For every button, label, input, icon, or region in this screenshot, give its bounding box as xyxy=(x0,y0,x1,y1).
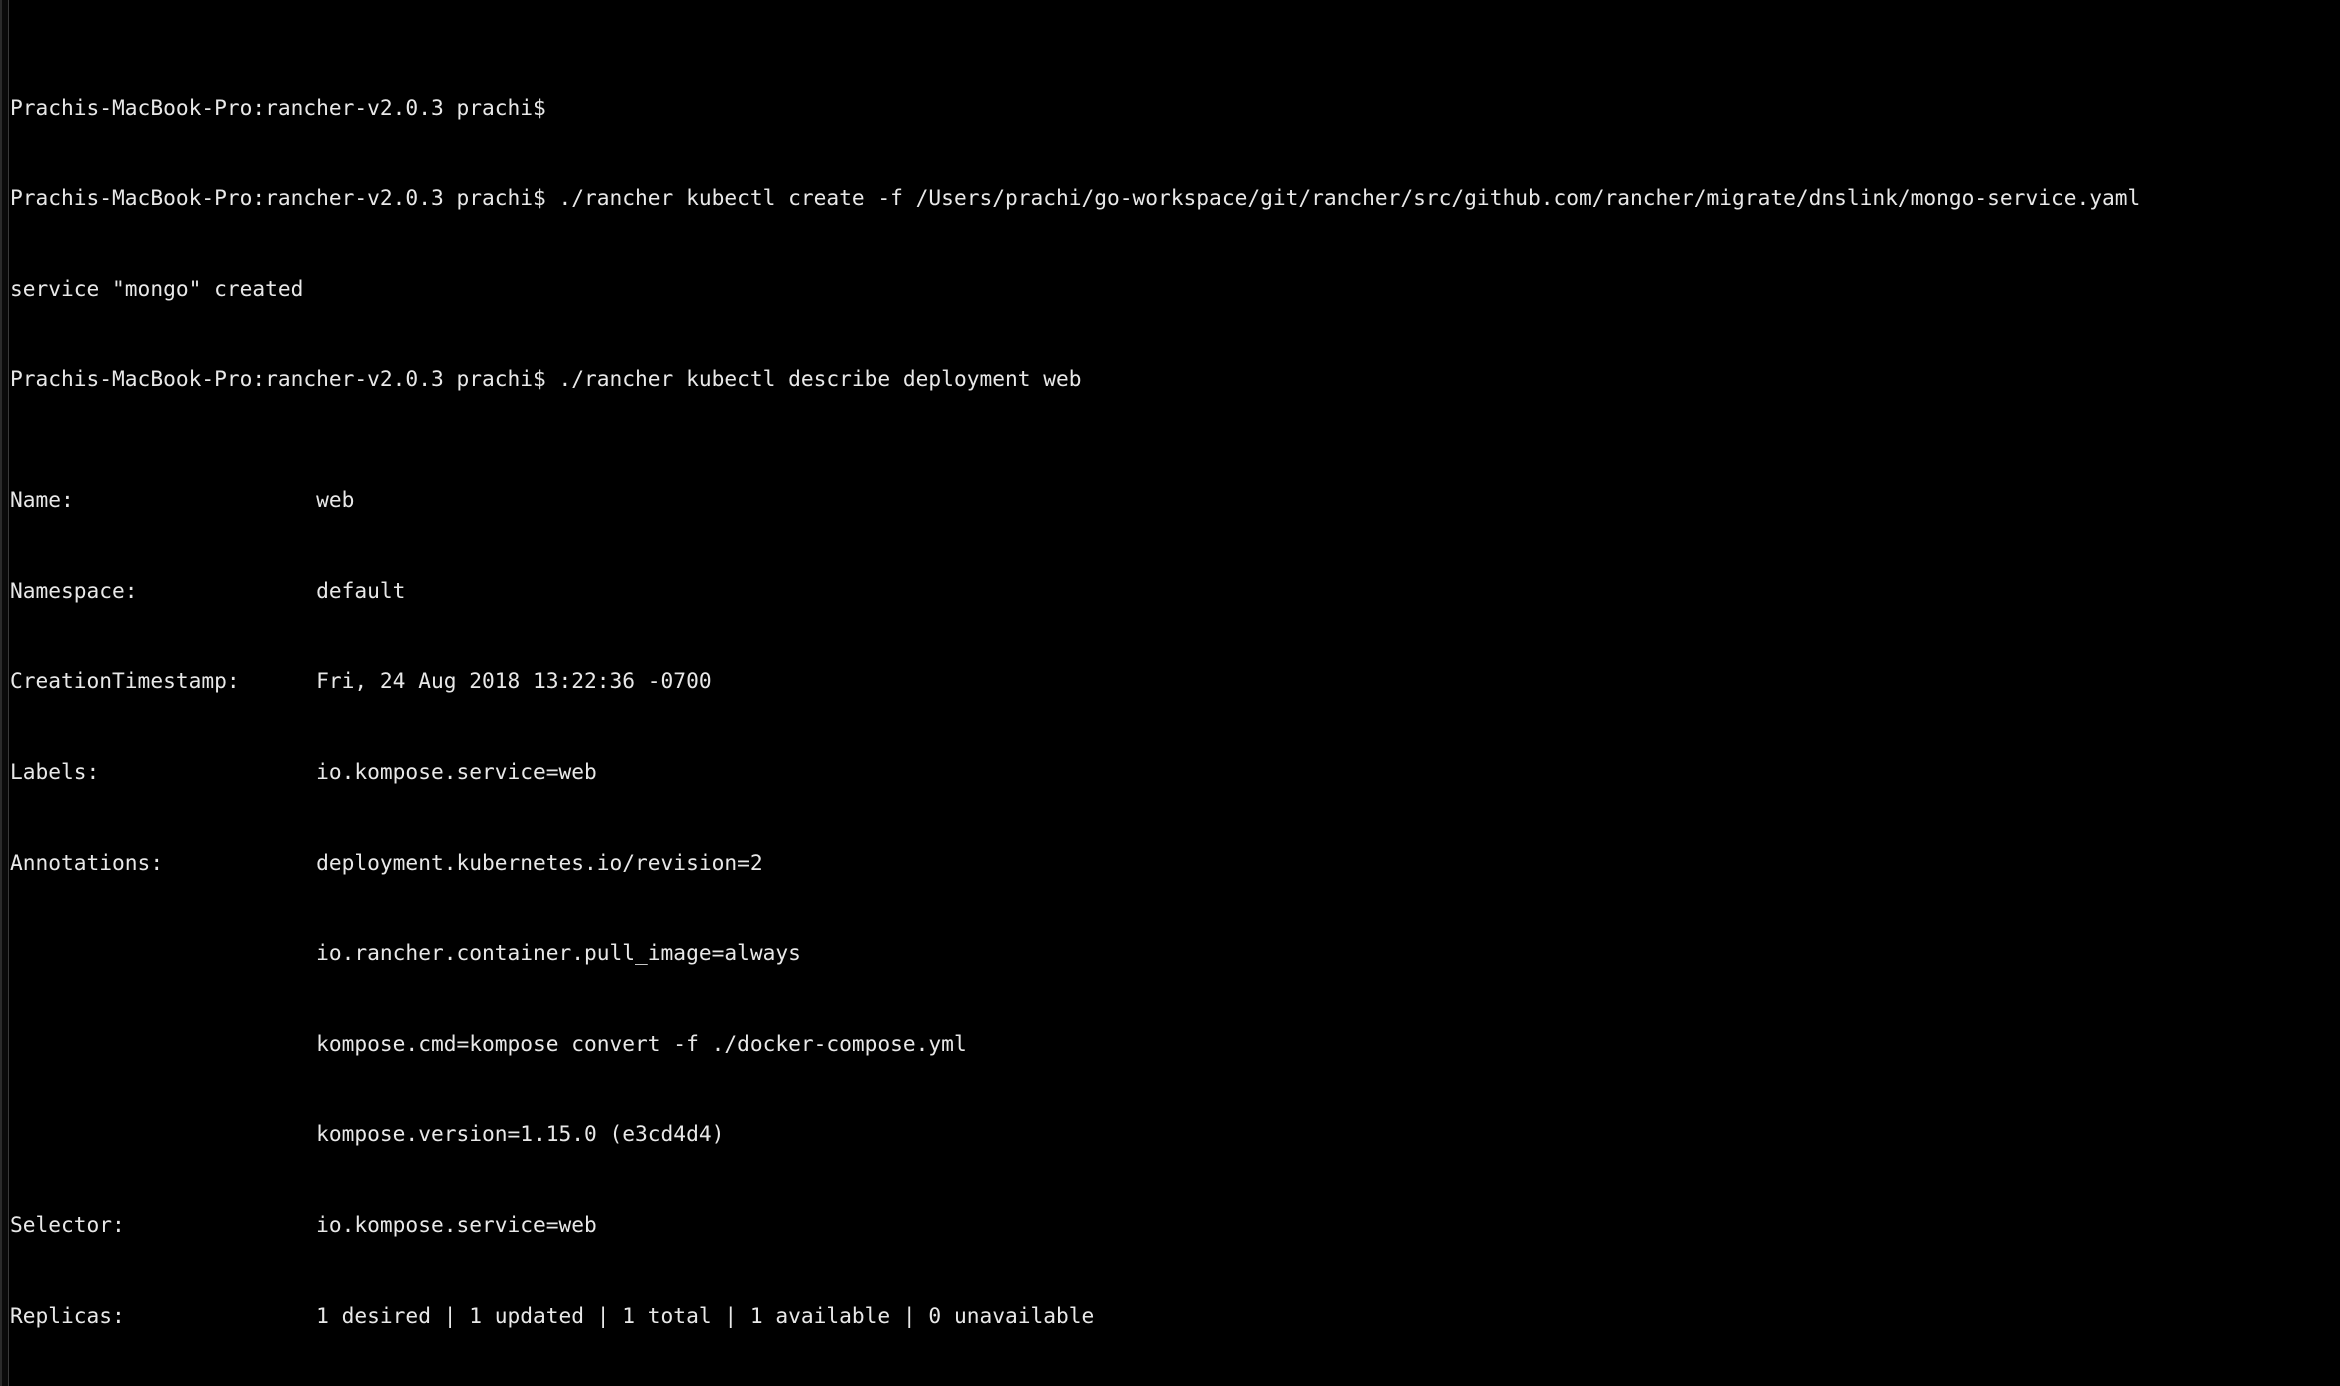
terminal-line-command-describe: Prachis-MacBook-Pro:rancher-v2.0.3 prach… xyxy=(10,366,1082,392)
window-left-edge xyxy=(0,0,9,1386)
deployment-name-row: Name: web xyxy=(10,487,355,513)
deployment-selector-row: Selector: io.kompose.service=web xyxy=(10,1211,597,1237)
terminal-line-service-created: service "mongo" created xyxy=(10,275,304,301)
deployment-annotations-row-4: kompose.version=1.15.0 (e3cd4d4) xyxy=(10,1121,725,1147)
deployment-replicas-row: Replicas: 1 desired | 1 updated | 1 tota… xyxy=(10,1302,1095,1328)
deployment-annotations-row: Annotations: deployment.kubernetes.io/re… xyxy=(10,849,763,875)
deployment-namespace-row: Namespace: default xyxy=(10,577,406,603)
terminal-line-command-create: Prachis-MacBook-Pro:rancher-v2.0.3 prach… xyxy=(10,185,2141,211)
deployment-creation-timestamp-row: CreationTimestamp: Fri, 24 Aug 2018 13:2… xyxy=(10,668,712,694)
terminal-screen[interactable]: Prachis-MacBook-Pro:rancher-v2.0.3 prach… xyxy=(10,0,2340,1386)
deployment-annotations-row-2: io.rancher.container.pull_image=always xyxy=(10,940,801,966)
terminal-window[interactable]: Prachis-MacBook-Pro:rancher-v2.0.3 prach… xyxy=(0,0,2340,1386)
terminal-line: Prachis-MacBook-Pro:rancher-v2.0.3 prach… xyxy=(10,94,559,120)
deployment-annotations-row-3: kompose.cmd=kompose convert -f ./docker-… xyxy=(10,1030,967,1056)
deployment-labels-row: Labels: io.kompose.service=web xyxy=(10,758,597,784)
